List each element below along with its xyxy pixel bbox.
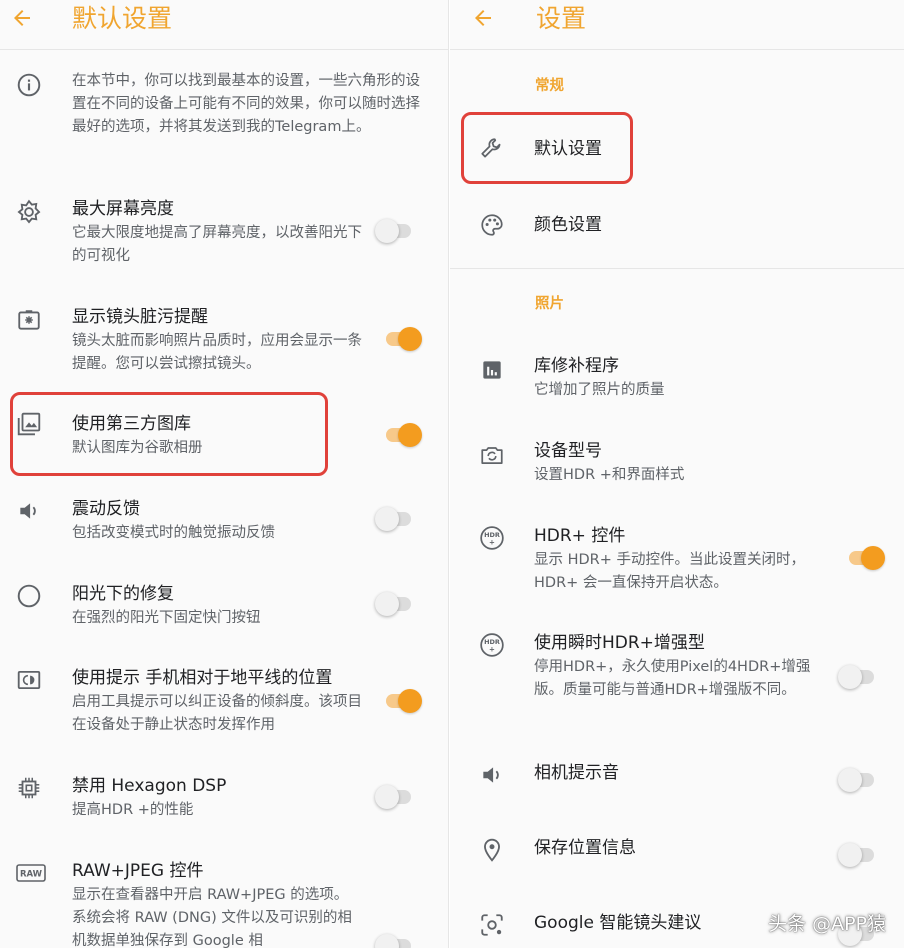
toggle-switch[interactable] — [375, 592, 413, 616]
setting-title: 显示镜头脏污提醒 — [72, 307, 208, 327]
setting-hdr-controls[interactable]: HDR + HDR+ 控件 显示 HDR+ 手动控件。当此设置关闭时，HDR+ 会… — [450, 523, 904, 603]
back-arrow-icon[interactable] — [10, 6, 34, 30]
setting-vibration-feedback[interactable]: 震动反馈 包括改变模式时的触觉振动反馈 — [0, 496, 448, 552]
settings-panel: 设置 常规 默认设置 颜色设置 照片 库修补程序 它增加了照片的质量 设备型号 … — [450, 0, 904, 948]
section-header-photo: 照片 — [535, 296, 564, 312]
menu-item-title: 库修补程序 — [534, 356, 619, 376]
setting-title: 最大屏幕亮度 — [72, 199, 174, 219]
chart-icon — [479, 357, 505, 383]
setting-horizon-tips[interactable]: 使用提示 手机相对于地平线的位置 启用工具提示可以纠正设备的倾斜度。该项目在设备… — [0, 665, 448, 745]
location-icon — [479, 837, 505, 863]
brightness-icon — [16, 199, 42, 225]
menu-item-color-settings[interactable]: 颜色设置 — [450, 206, 904, 246]
palette-icon — [479, 212, 505, 238]
tilt-icon — [16, 667, 42, 693]
section-header-general: 常规 — [535, 78, 564, 94]
setting-title: 使用瞬时HDR+增强型 — [534, 633, 705, 653]
app-bar: 设置 — [450, 0, 904, 50]
info-icon — [16, 72, 42, 98]
setting-subtitle: 包括改变模式时的触觉振动反馈 — [72, 525, 275, 541]
setting-title: 震动反馈 — [72, 499, 140, 519]
menu-item-subtitle: 它增加了照片的质量 — [534, 382, 665, 398]
setting-title: 相机提示音 — [534, 763, 619, 783]
highlight-box — [461, 112, 633, 184]
watermark: 头条 @APP猿 — [768, 913, 886, 935]
menu-item-title: 设备型号 — [534, 441, 602, 461]
svg-text:RAW: RAW — [20, 870, 43, 880]
toggle-switch[interactable] — [384, 423, 422, 447]
circle-icon — [16, 583, 42, 609]
speaker-icon — [479, 762, 505, 788]
toggle-switch[interactable] — [375, 934, 413, 948]
toggle-switch[interactable] — [375, 219, 413, 243]
setting-title: Google 智能镜头建议 — [534, 913, 702, 933]
hdr-icon: HDR + — [479, 632, 505, 658]
setting-subtitle: 镜头太脏而影响照片品质时，应用会显示一条提醒。您可以尝试擦拭镜头。 — [72, 333, 362, 372]
toggle-switch[interactable] — [838, 665, 876, 689]
setting-camera-sound[interactable]: 相机提示音 — [450, 760, 904, 800]
toggle-switch[interactable] — [375, 507, 413, 531]
setting-subtitle: 提高HDR +的性能 — [72, 802, 194, 818]
setting-title: 保存位置信息 — [534, 838, 636, 858]
menu-item-subtitle: 设置HDR +和界面样式 — [534, 467, 685, 483]
setting-title: HDR+ 控件 — [534, 526, 626, 546]
setting-max-brightness[interactable]: 最大屏幕亮度 它最大限度地提高了屏幕亮度，以改善阳光下的可视化 — [0, 195, 448, 275]
chip-icon — [16, 775, 42, 801]
setting-title: 使用提示 手机相对于地平线的位置 — [72, 668, 333, 688]
menu-item-device-model[interactable]: 设备型号 设置HDR +和界面样式 — [450, 438, 904, 494]
setting-sunlight-fix[interactable]: 阳光下的修复 在强烈的阳光下固定快门按钮 — [0, 581, 448, 637]
setting-subtitle: 显示在查看器中开启 RAW+JPEG 的选项。系统会将 RAW (DNG) 文件… — [72, 887, 352, 948]
hdr-icon: HDR + — [479, 525, 505, 551]
default-settings-panel: 默认设置 在本节中，你可以找到最基本的设置，一些六角形的设置在不同的设备上可能有… — [0, 0, 449, 948]
setting-subtitle: 启用工具提示可以纠正设备的倾斜度。该项目在设备处于静止状态时发挥作用 — [72, 694, 362, 733]
toggle-switch[interactable] — [384, 689, 422, 713]
highlight-box — [10, 392, 328, 476]
toggle-switch[interactable] — [375, 785, 413, 809]
app-bar: 默认设置 — [0, 0, 448, 50]
info-description: 在本节中，你可以找到最基本的设置，一些六角形的设置在不同的设备上可能有不同的效果… — [72, 73, 420, 135]
toggle-switch[interactable] — [847, 546, 885, 570]
section-divider — [450, 268, 904, 269]
back-arrow-icon[interactable] — [471, 6, 495, 30]
lens-icon — [16, 307, 42, 333]
setting-subtitle: 显示 HDR+ 手动控件。当此设置关闭时，HDR+ 会一直保持开启状态。 — [534, 552, 806, 591]
toggle-switch[interactable] — [384, 327, 422, 351]
speaker-icon — [16, 498, 42, 524]
toggle-switch[interactable] — [838, 843, 876, 867]
setting-lens-dirty-reminder[interactable]: 显示镜头脏污提醒 镜头太脏而影响照片品质时，应用会显示一条提醒。您可以尝试擦拭镜… — [0, 303, 448, 383]
page-title: 设置 — [536, 4, 587, 33]
setting-subtitle: 停用HDR+，永久使用Pixel的4HDR+增强版。质量可能与普通HDR+增强版… — [534, 659, 811, 698]
setting-instant-hdr-enhanced[interactable]: HDR + 使用瞬时HDR+增强型 停用HDR+，永久使用Pixel的4HDR+增… — [450, 630, 904, 730]
setting-subtitle: 它最大限度地提高了屏幕亮度，以改善阳光下的可视化 — [72, 225, 362, 264]
lens-suggest-icon — [479, 912, 505, 938]
svg-text:+: + — [489, 538, 495, 547]
setting-disable-hexagon-dsp[interactable]: 禁用 Hexagon DSP 提高HDR +的性能 — [0, 773, 448, 829]
raw-icon: RAW — [16, 860, 46, 886]
toggle-switch[interactable] — [838, 768, 876, 792]
setting-save-location[interactable]: 保存位置信息 — [450, 835, 904, 875]
setting-title: 阳光下的修复 — [72, 584, 174, 604]
camera-switch-icon — [479, 442, 505, 468]
setting-subtitle: 在强烈的阳光下固定快门按钮 — [72, 610, 261, 626]
setting-raw-jpeg-controls[interactable]: RAW RAW+JPEG 控件 显示在查看器中开启 RAW+JPEG 的选项。系… — [0, 858, 448, 948]
menu-item-library-patch[interactable]: 库修补程序 它增加了照片的质量 — [450, 353, 904, 409]
setting-title: 禁用 Hexagon DSP — [72, 776, 227, 796]
svg-text:+: + — [489, 645, 495, 654]
page-title: 默认设置 — [72, 4, 173, 33]
menu-item-title: 颜色设置 — [534, 215, 602, 235]
setting-title: RAW+JPEG 控件 — [72, 861, 204, 881]
